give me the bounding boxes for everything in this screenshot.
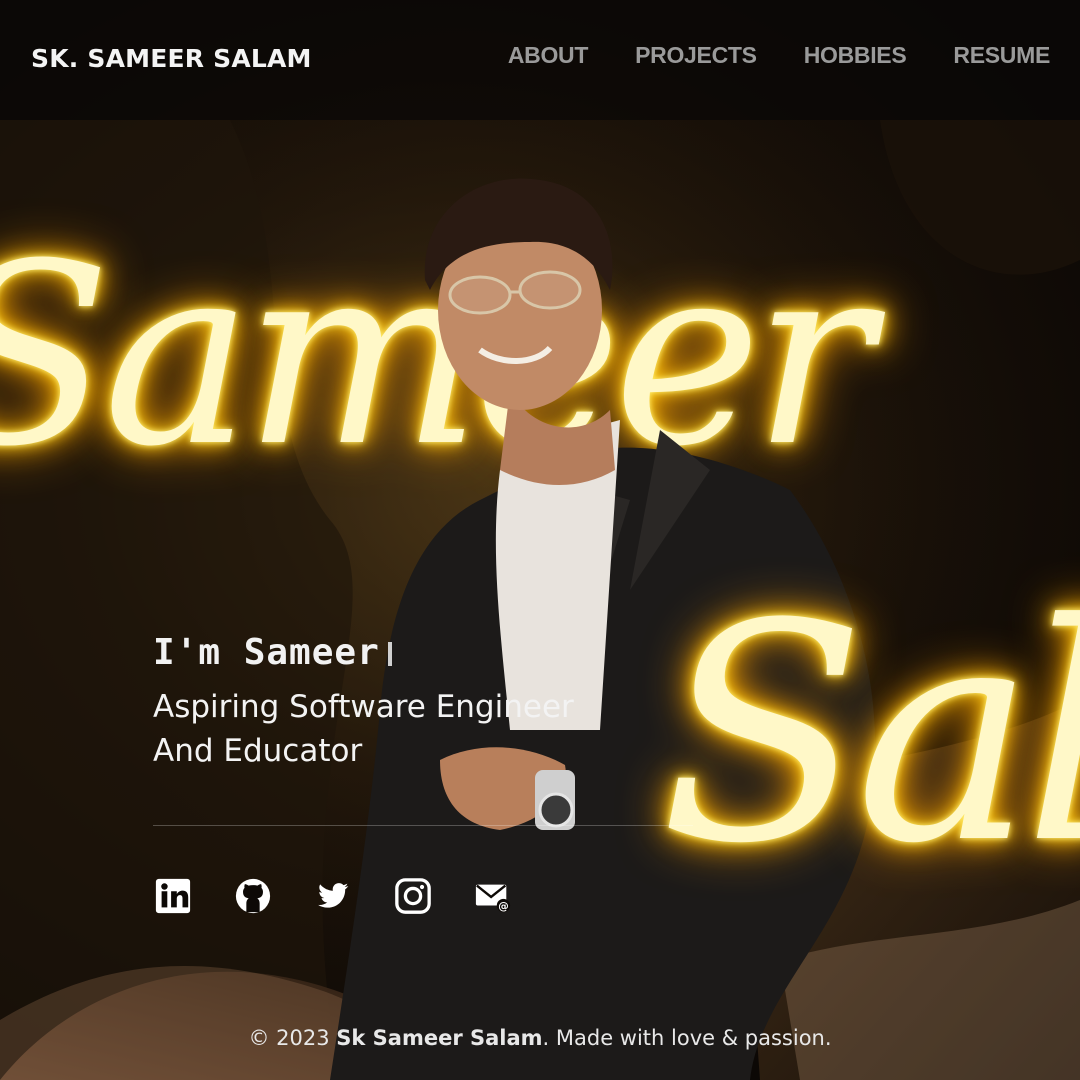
nav-resume-link[interactable]: RESUME <box>953 42 1050 69</box>
instagram-icon[interactable] <box>393 876 433 916</box>
main-nav: ABOUT PROJECTS HOBBIES RESUME <box>508 42 1050 69</box>
nav-about-link[interactable]: ABOUT <box>508 42 589 69</box>
site-brand[interactable]: SK. SAMEER SALAM <box>31 44 312 73</box>
neon-script-salam: Sal <box>660 560 1080 909</box>
footer-author-name: Sk Sameer Salam <box>336 1026 543 1050</box>
email-icon[interactable]: @ <box>473 876 513 916</box>
role-line-1: Aspiring Software Engineer <box>153 689 574 725</box>
linkedin-icon[interactable] <box>153 876 193 916</box>
nav-projects-link[interactable]: PROJECTS <box>635 42 757 69</box>
intro-divider <box>153 825 693 826</box>
social-links: @ <box>153 876 513 916</box>
typed-greeting: I'm Sameer <box>153 632 673 673</box>
site-footer: © 2023 Sk Sameer Salam. Made with love &… <box>0 1026 1080 1050</box>
greeting-text: I'm Sameer <box>153 632 380 673</box>
top-navbar: SK. SAMEER SALAM ABOUT PROJECTS HOBBIES … <box>0 0 1080 120</box>
nav-hobbies-link[interactable]: HOBBIES <box>804 42 907 69</box>
footer-tagline: . Made with love & passion. <box>542 1026 832 1050</box>
footer-copyright: © 2023 <box>248 1026 337 1050</box>
github-icon[interactable] <box>233 876 273 916</box>
hero-intro: I'm Sameer Aspiring Software Engineer An… <box>153 632 673 773</box>
svg-text:@: @ <box>498 900 508 912</box>
role-description: Aspiring Software Engineer And Educator <box>153 685 673 773</box>
hero-background: Sameer Sal <box>0 0 1080 1080</box>
typing-cursor <box>387 642 392 666</box>
role-line-2: And Educator <box>153 733 363 769</box>
twitter-icon[interactable] <box>313 876 353 916</box>
